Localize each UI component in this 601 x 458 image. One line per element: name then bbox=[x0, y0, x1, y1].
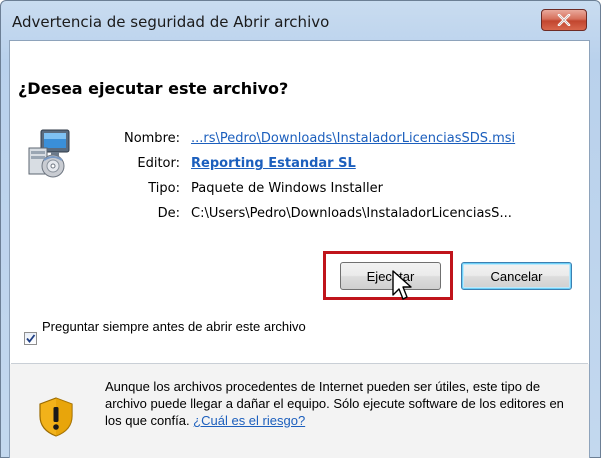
title-bar[interactable]: Advertencia de seguridad de Abrir archiv… bbox=[1, 1, 600, 41]
mouse-cursor-icon bbox=[392, 270, 412, 300]
publisher-link[interactable]: Reporting Estandar SL bbox=[191, 156, 356, 171]
security-shield-icon bbox=[39, 397, 73, 437]
checkmark-icon bbox=[26, 334, 36, 343]
always-ask-checkbox[interactable] bbox=[24, 332, 37, 345]
always-ask-label[interactable]: Preguntar siempre antes de abrir este ar… bbox=[42, 318, 332, 335]
name-label: Nombre: bbox=[123, 131, 180, 146]
close-button[interactable] bbox=[541, 9, 587, 31]
warning-text: Aunque los archivos procedentes de Inter… bbox=[105, 378, 580, 429]
type-label: Tipo: bbox=[148, 181, 180, 196]
cancel-button[interactable]: Cancelar bbox=[461, 262, 572, 290]
run-button-highlight bbox=[323, 251, 453, 300]
window-title: Advertencia de seguridad de Abrir archiv… bbox=[12, 13, 330, 31]
dialog-body: ¿Desea ejecutar este archivo? Nombre: ..… bbox=[9, 40, 590, 458]
type-value: Paquete de Windows Installer bbox=[191, 181, 383, 196]
separator bbox=[11, 363, 588, 364]
cancel-button-label: Cancelar bbox=[490, 268, 543, 284]
close-icon bbox=[557, 14, 571, 26]
from-value: C:\Users\Pedro\Downloads\InstaladorLicen… bbox=[191, 206, 512, 221]
file-name-link[interactable]: ...rs\Pedro\Downloads\InstaladorLicencia… bbox=[191, 131, 515, 146]
risk-link[interactable]: ¿Cuál es el riesgo? bbox=[193, 413, 305, 428]
publisher-label: Editor: bbox=[137, 156, 180, 171]
dialog-question: ¿Desea ejecutar este archivo? bbox=[18, 79, 289, 98]
warning-message: Aunque los archivos procedentes de Inter… bbox=[105, 379, 564, 428]
from-label: De: bbox=[157, 206, 180, 221]
